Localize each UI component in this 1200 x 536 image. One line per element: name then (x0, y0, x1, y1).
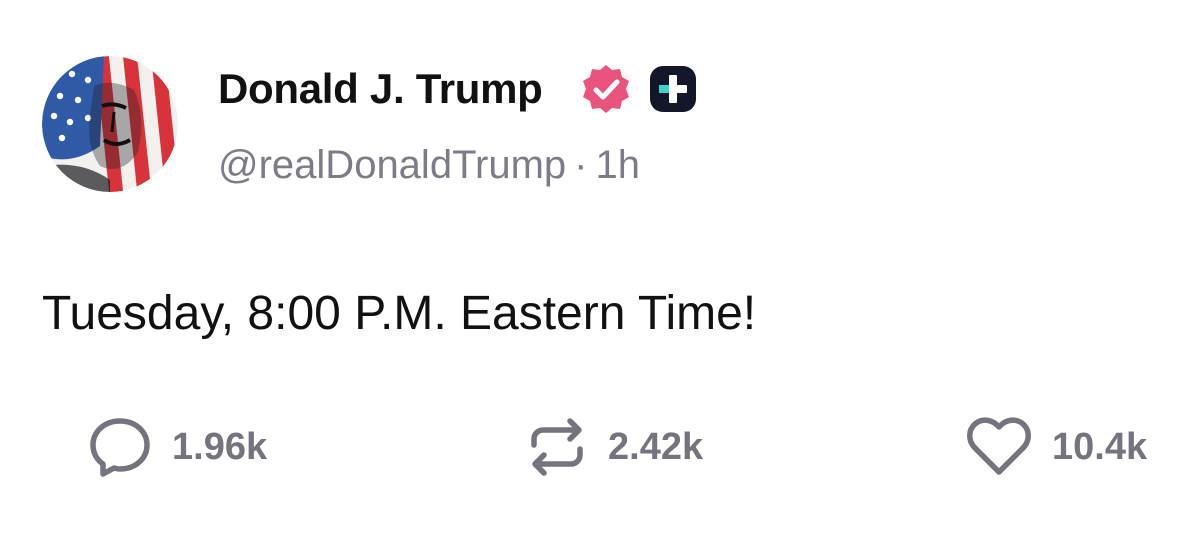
plus-badge-icon (650, 66, 696, 112)
reply-icon (90, 418, 150, 477)
author-display-name[interactable]: Donald J. Trump (218, 64, 543, 114)
post-meta: @realDonaldTrump · 1h (218, 140, 640, 190)
author-handle[interactable]: @realDonaldTrump (218, 143, 566, 187)
repost-count: 2.42k (608, 426, 704, 468)
post-card: Donald J. Trump @realDonaldTrump · 1h Tues… (0, 0, 1200, 536)
avatar-image (42, 56, 178, 192)
like-button[interactable]: 10.4k (966, 412, 1147, 482)
like-count: 10.4k (1052, 426, 1148, 468)
verified-badge-icon (583, 65, 629, 113)
post-body-text: Tuesday, 8:00 P.M. Eastern Time! (42, 287, 757, 340)
avatar[interactable] (42, 56, 178, 192)
meta-separator: · (574, 143, 588, 187)
reply-count: 1.96k (172, 426, 268, 468)
repost-icon (531, 418, 583, 476)
post-timestamp[interactable]: 1h (595, 143, 640, 187)
heart-icon (967, 417, 1031, 475)
reply-button[interactable]: 1.96k (88, 412, 267, 482)
repost-button[interactable]: 2.42k (526, 412, 703, 482)
